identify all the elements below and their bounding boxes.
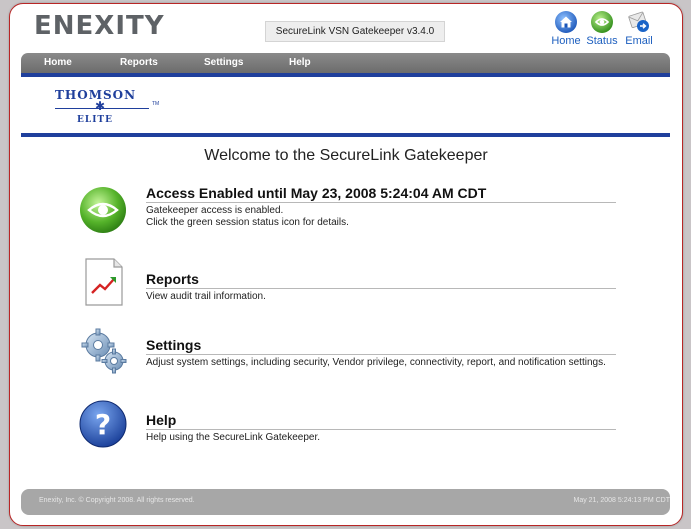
email-link[interactable]: Email: [619, 10, 659, 47]
access-desc: Gatekeeper access is enabled.: [146, 205, 284, 216]
reports-desc: View audit trail information.: [146, 291, 266, 302]
header-divider: [21, 73, 670, 77]
reports-icon[interactable]: [78, 257, 128, 307]
logo-star-rule: ✱ TM: [55, 99, 165, 113]
star-icon: ✱: [95, 99, 106, 113]
home-link-label: Home: [551, 35, 581, 47]
help-title[interactable]: Help: [146, 412, 616, 430]
reports-title[interactable]: Reports: [146, 271, 616, 289]
session-status-icon[interactable]: [78, 185, 128, 235]
copyright-text: Enexity, Inc. © Copyright 2008. All righ…: [39, 497, 195, 504]
footer-bar: Enexity, Inc. © Copyright 2008. All righ…: [21, 489, 670, 515]
settings-body: Settings Adjust system settings, includi…: [146, 337, 616, 369]
footer-timestamp: May 21, 2008 5:24:13 PM CDT: [573, 497, 671, 504]
home-icon: [555, 11, 577, 33]
email-icon: [628, 11, 649, 32]
elite-text: ELITE: [77, 115, 113, 125]
status-link-label: Status: [586, 35, 618, 47]
reports-body: Reports View audit trail information.: [146, 271, 616, 303]
enexity-logo: ENEXITY: [34, 11, 165, 41]
email-link-label: Email: [625, 35, 653, 47]
access-desc-2: Click the green session status icon for …: [146, 217, 349, 228]
gears-icon[interactable]: [78, 325, 128, 375]
home-link[interactable]: Home: [546, 10, 586, 47]
thomson-text: THOMSON: [55, 88, 137, 102]
status-link[interactable]: Status: [582, 10, 622, 47]
access-body: Access Enabled until May 23, 2008 5:24:0…: [146, 185, 616, 229]
settings-title[interactable]: Settings: [146, 337, 616, 355]
trademark-mark: TM: [152, 101, 160, 107]
help-desc: Help using the SecureLink Gatekeeper.: [146, 432, 320, 443]
settings-desc: Adjust system settings, including securi…: [146, 357, 606, 368]
nav-bar: Home Reports Settings Help: [21, 53, 670, 73]
help-icon[interactable]: ?: [78, 399, 128, 449]
status-icon: [591, 11, 613, 33]
nav-settings[interactable]: Settings: [204, 53, 243, 73]
nav-home[interactable]: Home: [44, 53, 72, 73]
nav-reports[interactable]: Reports: [120, 53, 158, 73]
welcome-title: Welcome to the SecureLink Gatekeeper: [204, 147, 488, 164]
svg-text:?: ?: [95, 408, 111, 441]
header: ENEXITY SecureLink VSN Gatekeeper v3.4.0…: [10, 4, 682, 52]
app-frame: ENEXITY SecureLink VSN Gatekeeper v3.4.0…: [9, 3, 683, 526]
brand-divider: [21, 133, 670, 137]
version-label: SecureLink VSN Gatekeeper v3.4.0: [265, 21, 445, 42]
nav-help[interactable]: Help: [289, 53, 311, 73]
access-title: Access Enabled until May 23, 2008 5:24:0…: [146, 185, 616, 203]
thomson-elite-logo: THOMSON ✱ TM ELITE: [55, 88, 165, 125]
help-body: Help Help using the SecureLink Gatekeepe…: [146, 412, 616, 444]
